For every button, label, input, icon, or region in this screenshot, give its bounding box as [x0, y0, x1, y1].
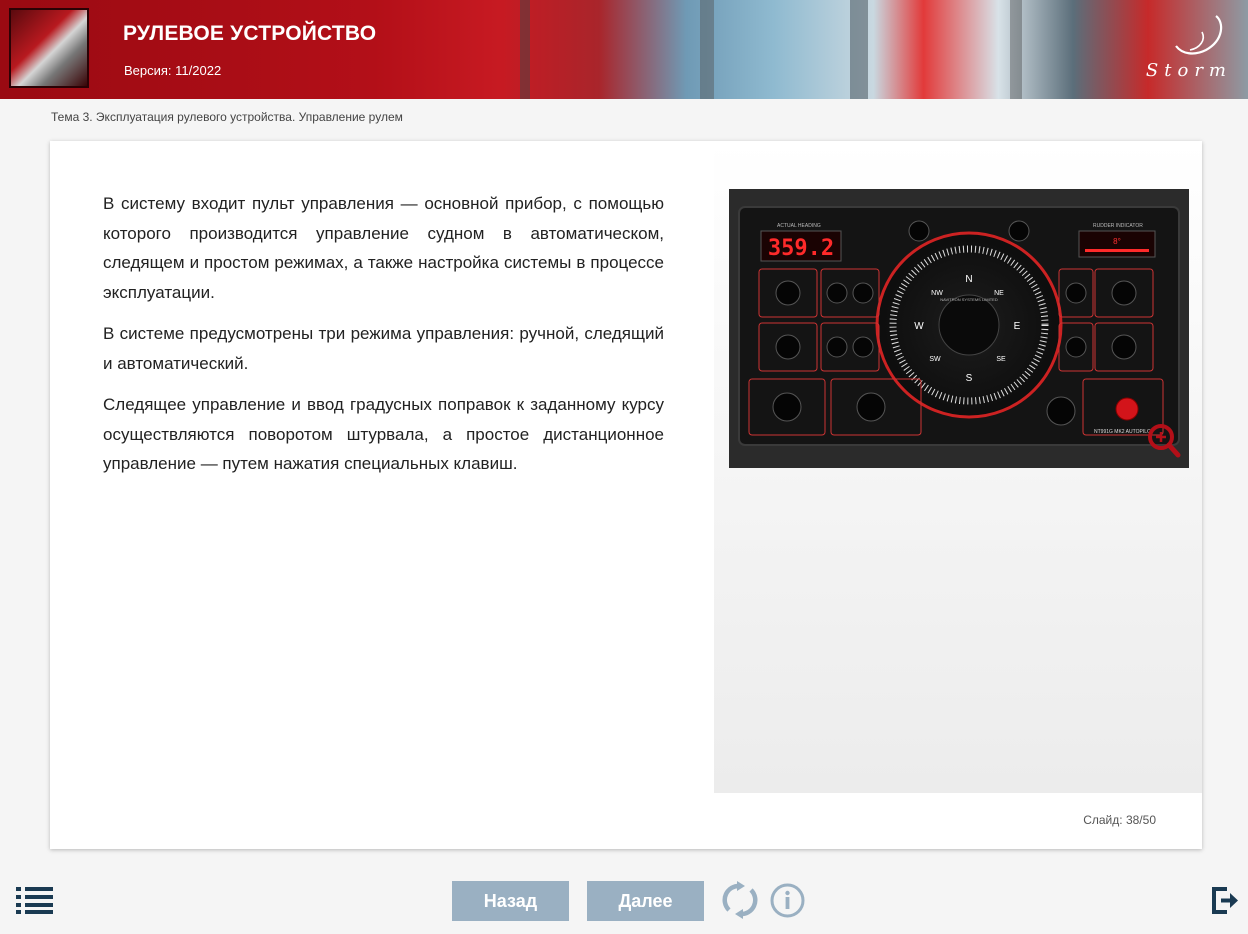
menu-list-icon[interactable]: [16, 886, 54, 914]
compass-mark: N: [965, 274, 972, 285]
mode-selector-knob: [1115, 397, 1139, 421]
slide-counter-label: Слайд:: [1083, 813, 1123, 827]
banner-decor: [850, 0, 868, 99]
slide-current: 38: [1125, 813, 1140, 827]
banner-decor: [520, 0, 530, 99]
autopilot-panel-image[interactable]: ACTUAL HEADING 359.2 RUDDER INDICATOR 8°…: [729, 189, 1189, 468]
paragraph: В системе предусмотрены три режима управ…: [103, 324, 664, 373]
compass-mark: NE: [994, 290, 1004, 297]
banner-decor: [1010, 0, 1022, 99]
next-button[interactable]: Далее: [587, 881, 704, 921]
rudder-label: RUDDER INDICATOR: [1093, 223, 1143, 229]
exit-icon[interactable]: [1211, 886, 1239, 915]
course-logo-image: [9, 8, 89, 88]
slide-counter: Слайд: 38/50: [1083, 813, 1156, 827]
slide-total: 50: [1142, 813, 1156, 827]
brand-label: NAVITRON SYSTEMS LIMITED: [940, 297, 998, 302]
header-banner: РУЛЕВОЕ УСТРОЙСТВО Версия: 11/2022 Storm: [0, 0, 1248, 99]
paragraph: В систему входит пульт управления — осно…: [103, 194, 664, 302]
compass-mark: SE: [996, 356, 1006, 363]
rudder-value: 8°: [1113, 237, 1121, 246]
model-label: NT991G MK2 AUTOPILOT: [1094, 429, 1154, 435]
course-version: Версия: 11/2022: [124, 63, 222, 78]
banner-decor: [700, 0, 714, 99]
heading-value: 359.2: [768, 236, 834, 261]
brand-name: Storm: [1145, 60, 1232, 81]
compass-mark: E: [1014, 321, 1021, 332]
slide-text: В систему входит пульт управления — осно…: [103, 189, 664, 491]
back-button[interactable]: Назад: [452, 881, 569, 921]
info-icon[interactable]: [770, 883, 805, 918]
image-panel: ACTUAL HEADING 359.2 RUDDER INDICATOR 8°…: [714, 141, 1202, 793]
slide-card: В систему входит пульт управления — осно…: [50, 141, 1202, 849]
breadcrumb: Тема 3. Эксплуатация рулевого устройства…: [51, 110, 403, 124]
compass-mark: NW: [931, 290, 943, 297]
course-title: РУЛЕВОЕ УСТРОЙСТВО: [123, 22, 377, 45]
heading-label: ACTUAL HEADING: [777, 223, 821, 229]
compass-mark: SW: [929, 356, 941, 363]
reload-icon[interactable]: [721, 880, 759, 920]
compass-mark: S: [966, 373, 973, 384]
paragraph: Следящее управление и ввод градусных поп…: [103, 395, 664, 473]
compass-mark: W: [914, 321, 924, 332]
